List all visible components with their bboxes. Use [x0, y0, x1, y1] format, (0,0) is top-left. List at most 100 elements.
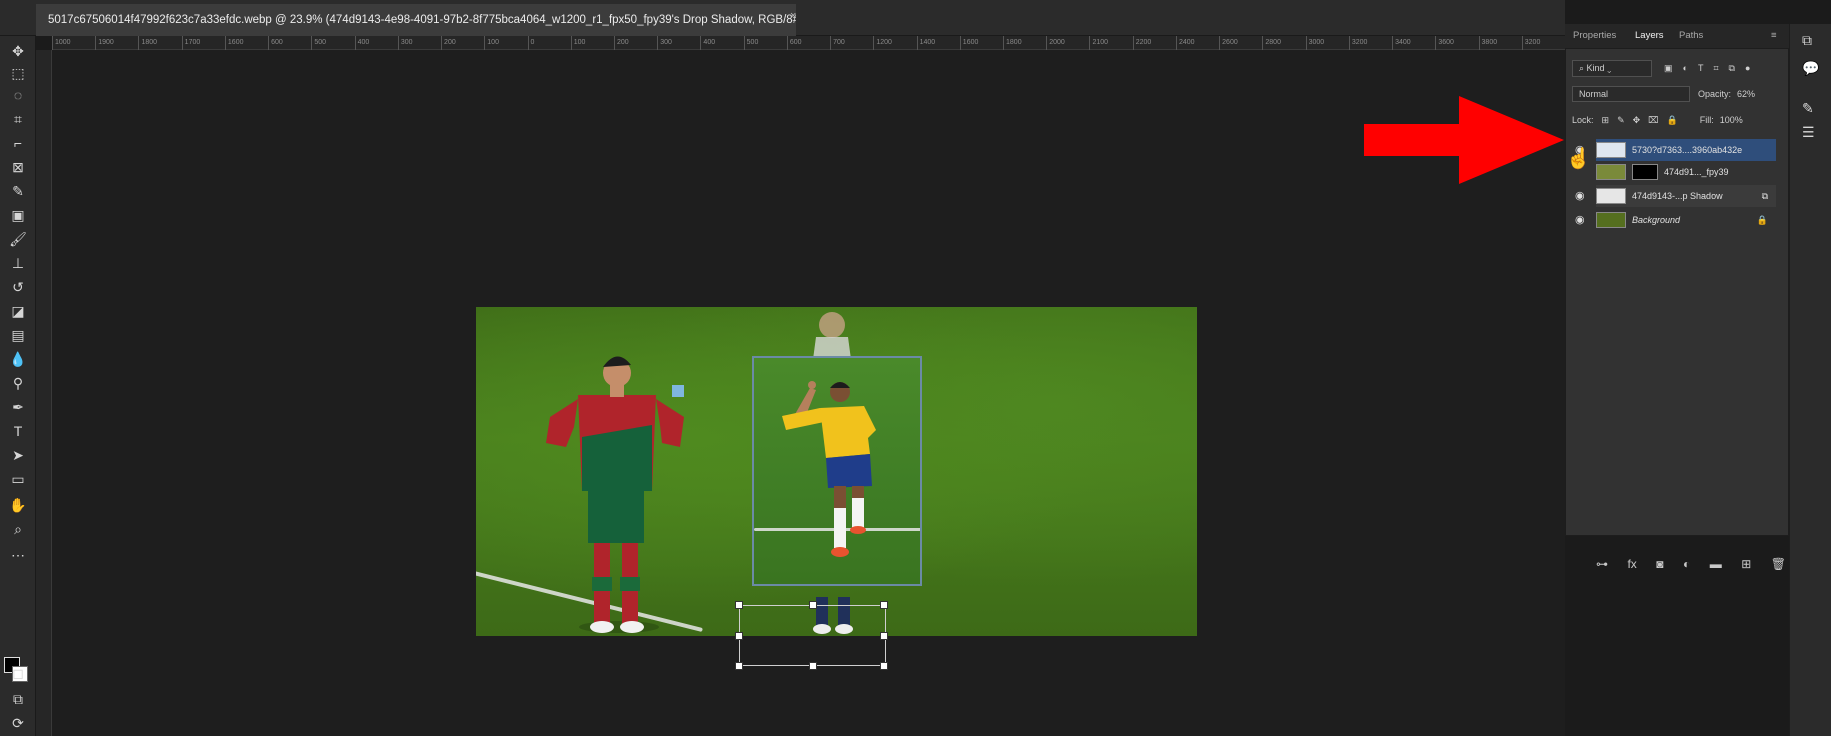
new-layer-icon[interactable]: ⊞ — [1741, 557, 1751, 571]
ruler-tick-label: 400 — [357, 39, 370, 46]
layer-mask-thumbnail — [1632, 164, 1658, 180]
red-arrow-annotation — [1364, 96, 1564, 184]
document-tab[interactable]: 5017c67506014f47992f623c7a33efdc.webp @ … — [36, 4, 796, 36]
zoom-tool-icon[interactable]: ⌕ — [6, 518, 30, 540]
share-icon[interactable]: ⟳ — [6, 712, 30, 734]
dodge-tool-icon[interactable]: ⚲ — [6, 372, 30, 394]
brush-tool-icon[interactable]: 🖌 — [6, 228, 30, 250]
image-filter-icon[interactable]: ▣ — [1664, 63, 1673, 74]
ruler-tick-line — [1089, 36, 1091, 50]
right-dock: ⧉ 💬 ✎ ☰ — [1789, 24, 1831, 736]
libraries-icon[interactable]: ⧉ — [1802, 32, 1812, 49]
layers-footer: ⊶ fx ◙ ◐ ▬ ⊞ 🗑 — [1596, 557, 1786, 571]
hand-cursor-icon: ☝ — [1566, 148, 1591, 170]
layer-filter-row: ⌕ Kind ⌄ ▣ ◐ T ⌗ ⧉ ● — [1572, 59, 1782, 77]
adjustment-layer-icon[interactable]: ◐ — [1683, 557, 1690, 571]
pen-tool-icon[interactable]: ✒ — [6, 396, 30, 418]
ruler-tick-line — [311, 36, 313, 50]
ruler-tick-line — [181, 36, 183, 50]
more-tools-icon[interactable]: ⋯ — [6, 544, 30, 566]
ruler-tick-label: 100 — [487, 39, 499, 46]
quick-mask-icon[interactable]: ◻ — [6, 662, 30, 684]
transform-handle[interactable] — [809, 601, 817, 609]
healing-brush-tool-icon[interactable]: ▣ — [6, 204, 30, 226]
lock-transparent-icon[interactable]: ⊞ — [1602, 115, 1610, 126]
object-selection-tool-icon[interactable]: ⌗ — [6, 108, 30, 130]
brush-settings-icon[interactable]: ✎ — [1802, 100, 1814, 117]
close-tab-icon[interactable]: × — [790, 10, 796, 22]
clone-stamp-tool-icon[interactable]: ⊥ — [6, 252, 30, 274]
shape-filter-icon[interactable]: ⌗ — [1713, 63, 1718, 74]
ruler-tick-label: 1800 — [1006, 39, 1022, 46]
lock-all-icon[interactable]: 🔒 — [1667, 115, 1678, 126]
layer-row[interactable]: 5730?d7363....3960ab432e — [1596, 139, 1776, 161]
add-mask-icon[interactable]: ◙ — [1656, 557, 1663, 571]
hand-tool-icon[interactable]: ✋ — [6, 494, 30, 516]
filter-toggle-icon[interactable]: ● — [1745, 63, 1750, 73]
tab-layers[interactable]: Layers — [1635, 24, 1664, 48]
frame-tool-icon[interactable]: ⊠ — [6, 156, 30, 178]
transform-handle[interactable] — [735, 632, 743, 640]
eyedropper-tool-icon[interactable]: ✎ — [6, 180, 30, 202]
adjustment-filter-icon[interactable]: ◐ — [1683, 63, 1688, 73]
type-filter-icon[interactable]: T — [1698, 63, 1704, 73]
path-selection-tool-icon[interactable]: ➤ — [6, 444, 30, 466]
ruler-tick-line — [52, 36, 53, 50]
ruler-tick-label: 200 — [444, 39, 456, 46]
delete-layer-icon[interactable]: 🗑 — [1771, 557, 1786, 571]
ruler-tick-label: 1800 — [141, 39, 158, 46]
ruler-tick-line — [1521, 36, 1523, 50]
ruler-tick-line — [570, 36, 572, 50]
tab-properties[interactable]: Properties — [1573, 24, 1616, 48]
blur-tool-icon[interactable]: 💧 — [6, 348, 30, 370]
transform-handle[interactable] — [880, 632, 888, 640]
rectangle-tool-icon[interactable]: ▭ — [6, 468, 30, 490]
ruler-tick-line — [743, 36, 745, 50]
layer-row[interactable]: 474d9143-...p Shadow ⧉ — [1596, 185, 1776, 207]
lock-pixels-icon[interactable]: ✎ — [1617, 115, 1625, 126]
ruler-tick-line — [224, 36, 226, 50]
ruler-tick-line — [268, 36, 270, 50]
crop-tool-icon[interactable]: ⌐ — [6, 132, 30, 154]
visibility-eye-icon[interactable]: ◉ — [1575, 189, 1585, 202]
ruler-tick-label: 600 — [789, 39, 802, 46]
marquee-tool-icon[interactable]: ⬚ — [6, 62, 30, 84]
fx-icon[interactable]: fx — [1627, 557, 1636, 571]
screen-mode-icon[interactable]: ⧉ — [6, 688, 30, 710]
adjustments-icon[interactable]: ☰ — [1802, 124, 1815, 141]
ruler-tick-line — [700, 36, 702, 50]
new-group-icon[interactable]: ▬ — [1710, 557, 1722, 571]
link-layers-icon[interactable]: ⊶ — [1596, 557, 1608, 571]
placed-smart-object[interactable] — [752, 356, 922, 586]
layer-row[interactable]: 474d91..._fpy39 — [1596, 161, 1776, 183]
smart-object-filter-icon[interactable]: ⧉ — [1729, 63, 1735, 74]
lasso-tool-icon[interactable]: ◌ — [6, 84, 30, 106]
history-brush-tool-icon[interactable]: ↺ — [6, 276, 30, 298]
transform-handle[interactable] — [735, 662, 743, 670]
transform-handle[interactable] — [809, 662, 817, 670]
type-tool-icon[interactable]: T — [6, 420, 30, 442]
transform-bounding-box[interactable] — [735, 601, 888, 670]
opacity-input[interactable]: 62% — [1737, 89, 1755, 99]
visibility-eye-icon[interactable]: ◉ — [1575, 213, 1585, 226]
transform-handle[interactable] — [735, 601, 743, 609]
comments-icon[interactable]: 💬 — [1802, 60, 1819, 77]
blend-mode-select[interactable]: Normal — [1572, 86, 1690, 102]
gradient-tool-icon[interactable]: ▤ — [6, 324, 30, 346]
ruler-tick-line — [397, 36, 399, 50]
tab-paths[interactable]: Paths — [1679, 24, 1703, 48]
lock-icon: 🔒 — [1756, 214, 1768, 225]
transform-handle[interactable] — [880, 601, 888, 609]
transform-handle[interactable] — [880, 662, 888, 670]
kind-filter-select[interactable]: ⌕ Kind ⌄ — [1572, 59, 1652, 77]
ruler-tick-label: 300 — [400, 39, 413, 46]
fill-input[interactable]: 100% — [1720, 115, 1743, 125]
move-tool-icon[interactable]: ✥ — [6, 40, 30, 62]
lock-position-icon[interactable]: ✥ — [1633, 115, 1641, 126]
panel-menu-icon[interactable]: ≡ — [1771, 24, 1777, 48]
layer-row[interactable]: Background 🔒 — [1596, 209, 1776, 231]
lock-artboard-icon[interactable]: ⌧ — [1648, 115, 1658, 126]
eraser-tool-icon[interactable]: ◪ — [6, 300, 30, 322]
layer-thumbnail — [1596, 212, 1626, 228]
ruler-tick-line — [959, 36, 961, 50]
